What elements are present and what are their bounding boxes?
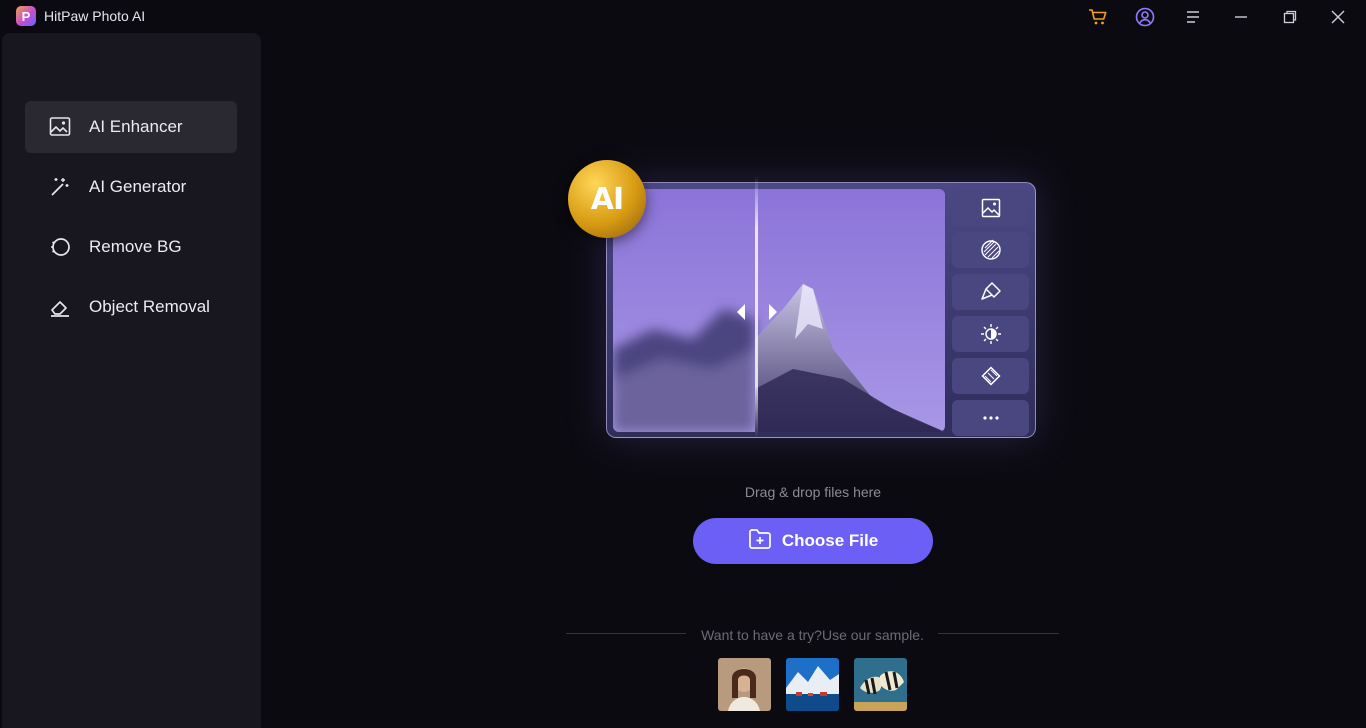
- close-icon[interactable]: [1327, 6, 1349, 28]
- compare-handle-icon[interactable]: [733, 302, 781, 322]
- sidebar-item-ai-generator[interactable]: AI Generator: [25, 161, 237, 213]
- app-title: HitPaw Photo AI: [44, 8, 146, 24]
- more-icon: [952, 400, 1029, 436]
- sidebar-item-label: AI Generator: [89, 177, 187, 196]
- account-icon[interactable]: [1134, 6, 1156, 28]
- sidebar-item-label: Object Removal: [89, 297, 210, 316]
- menu-icon[interactable]: [1182, 6, 1204, 28]
- pattern-icon: [952, 232, 1029, 268]
- choose-file-button[interactable]: Choose File: [693, 518, 933, 564]
- sidebar: AI Enhancer AI Generator Remove BG Objec…: [2, 33, 261, 728]
- sidebar-item-object-removal[interactable]: Object Removal: [25, 281, 237, 333]
- sidebar-item-remove-bg[interactable]: Remove BG: [25, 221, 237, 273]
- fish-sample[interactable]: [854, 658, 907, 711]
- landscape-sample[interactable]: [786, 658, 839, 711]
- title-bar: P HitPaw Photo AI: [0, 0, 1366, 32]
- ai-badge: AI: [568, 160, 646, 238]
- image-icon: [952, 190, 1029, 226]
- sidebar-item-label: AI Enhancer: [89, 117, 183, 136]
- sidebar-item-label: Remove BG: [89, 237, 182, 256]
- portrait-sample[interactable]: [718, 658, 771, 711]
- image-enhance-icon: [49, 116, 71, 138]
- brush-icon: [952, 274, 1029, 310]
- crop-icon: [952, 358, 1029, 394]
- magic-wand-icon: [49, 176, 71, 198]
- eraser-icon: [49, 296, 71, 318]
- sample-hint: Want to have a try?Use our sample.: [701, 627, 924, 643]
- app-logo: P: [16, 6, 36, 26]
- drop-hint: Drag & drop files here: [744, 484, 882, 500]
- sidebar-item-ai-enhancer[interactable]: AI Enhancer: [25, 101, 237, 153]
- remove-bg-icon: [49, 236, 71, 258]
- add-folder-icon: [748, 528, 772, 555]
- sample-section: Want to have a try?Use our sample.: [566, 625, 1059, 645]
- choose-file-label: Choose File: [781, 531, 879, 550]
- restore-icon[interactable]: [1279, 6, 1301, 28]
- minimize-icon[interactable]: [1230, 6, 1252, 28]
- cart-icon[interactable]: [1087, 6, 1109, 28]
- brightness-icon: [952, 316, 1029, 352]
